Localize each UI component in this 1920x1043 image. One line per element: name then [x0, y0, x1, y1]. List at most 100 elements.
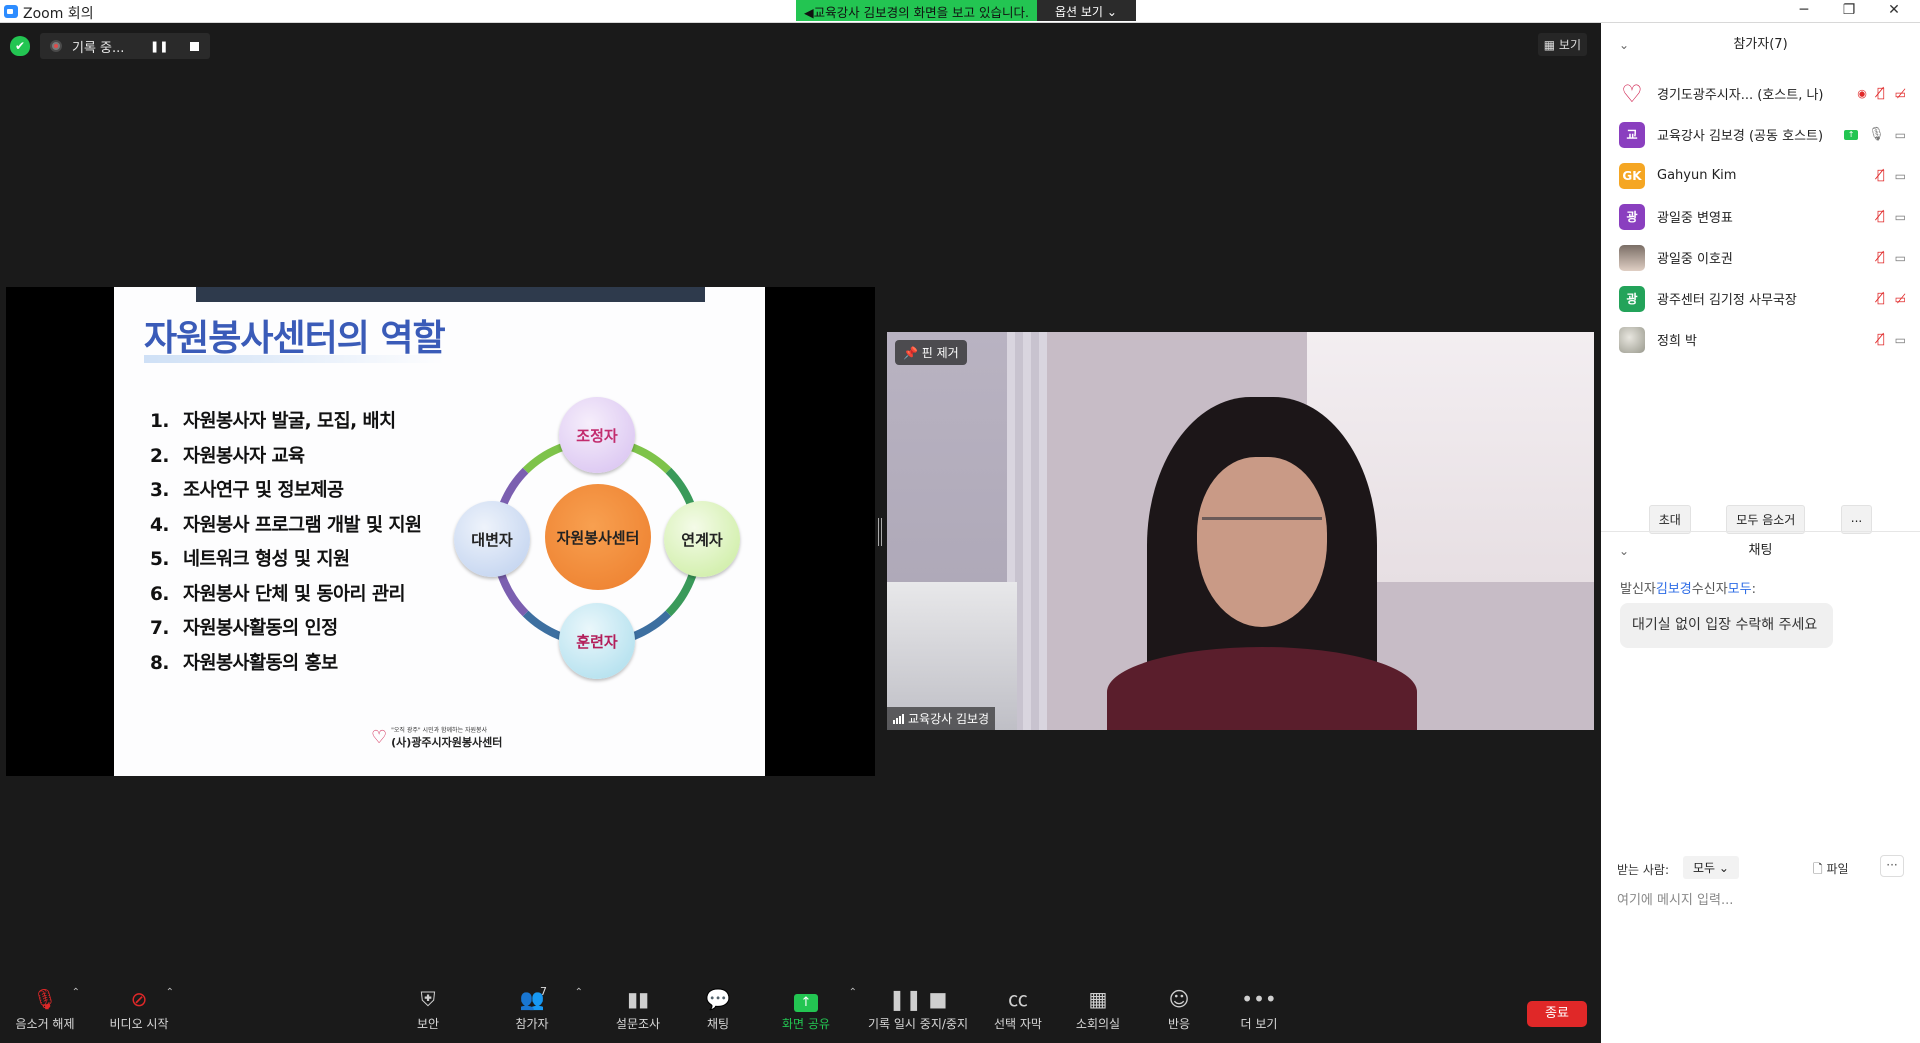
- mic-off-icon[interactable]: 🎙̸: [1877, 332, 1885, 347]
- participant-list: ♡ 경기도광주시자... (호스트, 나) ◉ 🎙̸ ▭̸ 교 교육강사 김보경 (…: [1601, 73, 1920, 360]
- reactions-button[interactable]: ☺ 반응: [1134, 987, 1224, 1032]
- camera-icon[interactable]: ▭: [1895, 333, 1906, 347]
- camera-off-icon[interactable]: ▭̸: [1895, 292, 1906, 306]
- mic-off-icon[interactable]: 🎙̸: [1877, 209, 1885, 224]
- chat-header: ⌄ 채팅: [1601, 531, 1920, 571]
- chat-button[interactable]: 💬 채팅: [673, 987, 763, 1032]
- heart-avatar-icon: ♡: [1619, 80, 1645, 108]
- cycle-node-trainer: 훈련자: [559, 603, 635, 679]
- smiley-icon: ☺: [1168, 987, 1190, 1011]
- cycle-node-coordinator: 조정자: [559, 397, 635, 473]
- camera-off-icon[interactable]: ▭̸: [1895, 87, 1906, 101]
- stop-recording-icon[interactable]: [190, 41, 200, 51]
- pattern-avatar: [1619, 326, 1645, 353]
- meeting-toolbar: 🎙 ⌃ 음소거 해제 ⊘ ⌃ 비디오 시작 ⛨ 보안 👥 7 ⌃ 참가자 ▮▮ …: [0, 975, 1601, 1043]
- role-item: 3. 조사연구 및 정보제공: [150, 480, 344, 501]
- breakout-rooms-button[interactable]: ▦ 소회의실: [1053, 987, 1143, 1032]
- avatar: 교: [1619, 121, 1645, 148]
- polls-button[interactable]: ▮▮ 설문조사: [593, 987, 683, 1032]
- security-button[interactable]: ⛨ 보안: [383, 987, 473, 1032]
- end-meeting-button[interactable]: 종료: [1527, 1001, 1587, 1027]
- participant-row[interactable]: ♡ 경기도광주시자... (호스트, 나) ◉ 🎙̸ ▭̸: [1601, 73, 1920, 114]
- recipient-select[interactable]: 모두 ⌄: [1683, 856, 1739, 879]
- role-item: 5. 네트워크 형성 및 지원: [150, 549, 350, 570]
- role-item: 4. 자원봉사 프로그램 개발 및 지원: [150, 514, 422, 536]
- pause-stop-icon: ❚❚ ■: [888, 987, 948, 1011]
- view-options-button[interactable]: 옵션 보기 ⌄: [1037, 0, 1136, 21]
- cycle-node-connector: 연계자: [664, 501, 740, 577]
- pause-stop-recording-button[interactable]: ❚❚ ■ 기록 일시 중지/중지: [858, 987, 978, 1032]
- recording-label: 기록 중...: [72, 40, 125, 56]
- signal-strength-icon: [893, 713, 904, 724]
- speaker-video[interactable]: 📌 핀 제거 교육강사 김보경: [887, 332, 1594, 730]
- participant-row[interactable]: GK Gahyun Kim 🎙̸ ▭: [1601, 155, 1920, 196]
- cycle-node-advocate: 대변자: [454, 501, 530, 577]
- people-icon: 👥: [519, 987, 545, 1011]
- close-button[interactable]: ✕: [1872, 0, 1916, 23]
- share-screen-button[interactable]: ↑ ⌃ 화면 공유: [761, 987, 857, 1032]
- file-button[interactable]: 🗋 파일: [1813, 860, 1849, 881]
- grid-icon: ▦: [1088, 987, 1108, 1011]
- grid-icon: ▦: [1543, 38, 1556, 52]
- logo-tagline: "오직 광주" 시민과 함께하는 자원봉사: [391, 727, 488, 734]
- participant-row[interactable]: 광 광일중 변영표 🎙̸ ▭: [1601, 196, 1920, 237]
- camera-icon[interactable]: ▭: [1895, 169, 1906, 183]
- unpin-button[interactable]: 📌 핀 제거: [895, 340, 967, 365]
- split-resize-handle[interactable]: [878, 518, 882, 546]
- roles-list: 1. 자원봉사자 발굴, 모집, 배치 2. 자원봉사자 교육 3. 조사연구 및 정…: [150, 407, 422, 683]
- role-item: 7. 자원봉사활동의 인정: [150, 618, 338, 639]
- more-button[interactable]: ••• 더 보기: [1214, 987, 1304, 1032]
- participant-row[interactable]: 광 광주센터 김기정 사무국장 🎙̸ ▭̸: [1601, 278, 1920, 319]
- cycle-center-node: 자원봉사센터: [545, 484, 651, 590]
- chat-input[interactable]: 여기에 메시지 입력...: [1617, 889, 1733, 908]
- camera-icon[interactable]: ▭: [1895, 251, 1906, 265]
- mic-off-icon[interactable]: 🎙̸: [1877, 168, 1885, 183]
- recording-icon: ◉: [1857, 87, 1867, 100]
- mic-off-icon[interactable]: 🎙̸: [1877, 86, 1885, 101]
- minimize-button[interactable]: ─: [1782, 0, 1826, 23]
- role-item: 8. 자원봉사활동의 홍보: [150, 652, 338, 674]
- participant-actions: 초대 모두 음소거 ...: [1601, 505, 1920, 534]
- center-logo: ♡ "오직 광주" 시민과 함께하는 자원봉사 (사)광주시자원봉사센터: [371, 725, 502, 750]
- participant-row[interactable]: 광일중 이호권 🎙̸ ▭: [1601, 237, 1920, 278]
- chevron-up-icon[interactable]: ⌃: [72, 987, 80, 998]
- participant-row[interactable]: 정희 박 🎙̸ ▭: [1601, 319, 1920, 360]
- captions-button[interactable]: ㏄ 선택 자막: [973, 987, 1063, 1032]
- chat-bubble-icon: 💬: [705, 987, 731, 1011]
- bar-chart-icon: ▮▮: [626, 987, 649, 1011]
- more-options-button[interactable]: ...: [1840, 505, 1873, 534]
- view-button[interactable]: ▦ 보기: [1537, 33, 1587, 56]
- collapse-chevron-icon[interactable]: ⌄: [1619, 25, 1629, 65]
- camera-icon[interactable]: ▭: [1895, 210, 1906, 224]
- role-item: 2. 자원봉사자 교육: [150, 445, 305, 467]
- pause-recording-icon[interactable]: ❚❚: [150, 40, 168, 53]
- status-bar: ✔ 기록 중... ❚❚: [10, 33, 210, 59]
- participants-button[interactable]: 👥 7 ⌃ 참가자: [487, 985, 583, 1032]
- mute-all-button[interactable]: 모두 음소거: [1726, 505, 1806, 534]
- camera-icon[interactable]: ▭: [1895, 128, 1906, 142]
- avatar: 광: [1619, 203, 1645, 230]
- start-video-button[interactable]: ⊘ ⌃ 비디오 시작: [94, 987, 184, 1032]
- role-item: 6. 자원봉사 단체 및 동아리 관리: [150, 583, 406, 605]
- chevron-up-icon[interactable]: ⌃: [575, 987, 583, 998]
- avatar: GK: [1619, 162, 1645, 189]
- collapse-chevron-icon[interactable]: ⌄: [1619, 531, 1629, 571]
- chevron-up-icon[interactable]: ⌃: [166, 987, 174, 998]
- chevron-up-icon[interactable]: ⌃: [849, 987, 857, 998]
- mic-off-icon[interactable]: 🎙̸: [1877, 250, 1885, 265]
- mic-icon[interactable]: 🎙: [1868, 127, 1885, 142]
- cc-icon: ㏄: [1008, 987, 1028, 1011]
- participant-row[interactable]: 교 교육강사 김보경 (공동 호스트) ↑ 🎙 ▭: [1601, 114, 1920, 155]
- side-panel: ⌄ 참가자(7) ♡ 경기도광주시자... (호스트, 나) ◉ 🎙̸ ▭̸ 교 교…: [1601, 23, 1920, 1043]
- role-item: 1. 자원봉사자 발굴, 모집, 배치: [150, 411, 396, 432]
- chat-more-button[interactable]: ···: [1880, 855, 1904, 877]
- unmute-button[interactable]: 🎙 ⌃ 음소거 해제: [0, 987, 90, 1032]
- video-name-tag: 교육강사 김보경: [887, 707, 996, 730]
- more-dots-icon: •••: [1241, 987, 1277, 1011]
- encryption-shield-icon[interactable]: ✔: [10, 36, 30, 56]
- role-cycle-diagram: 자원봉사센터 조정자 연계자 훈련자 대변자: [452, 397, 752, 697]
- mic-off-icon[interactable]: 🎙̸: [1877, 291, 1885, 306]
- chat-message: 대기실 없이 입장 수락해 주세요: [1620, 603, 1833, 648]
- restore-button[interactable]: ❐: [1827, 0, 1871, 23]
- invite-button[interactable]: 초대: [1648, 505, 1691, 534]
